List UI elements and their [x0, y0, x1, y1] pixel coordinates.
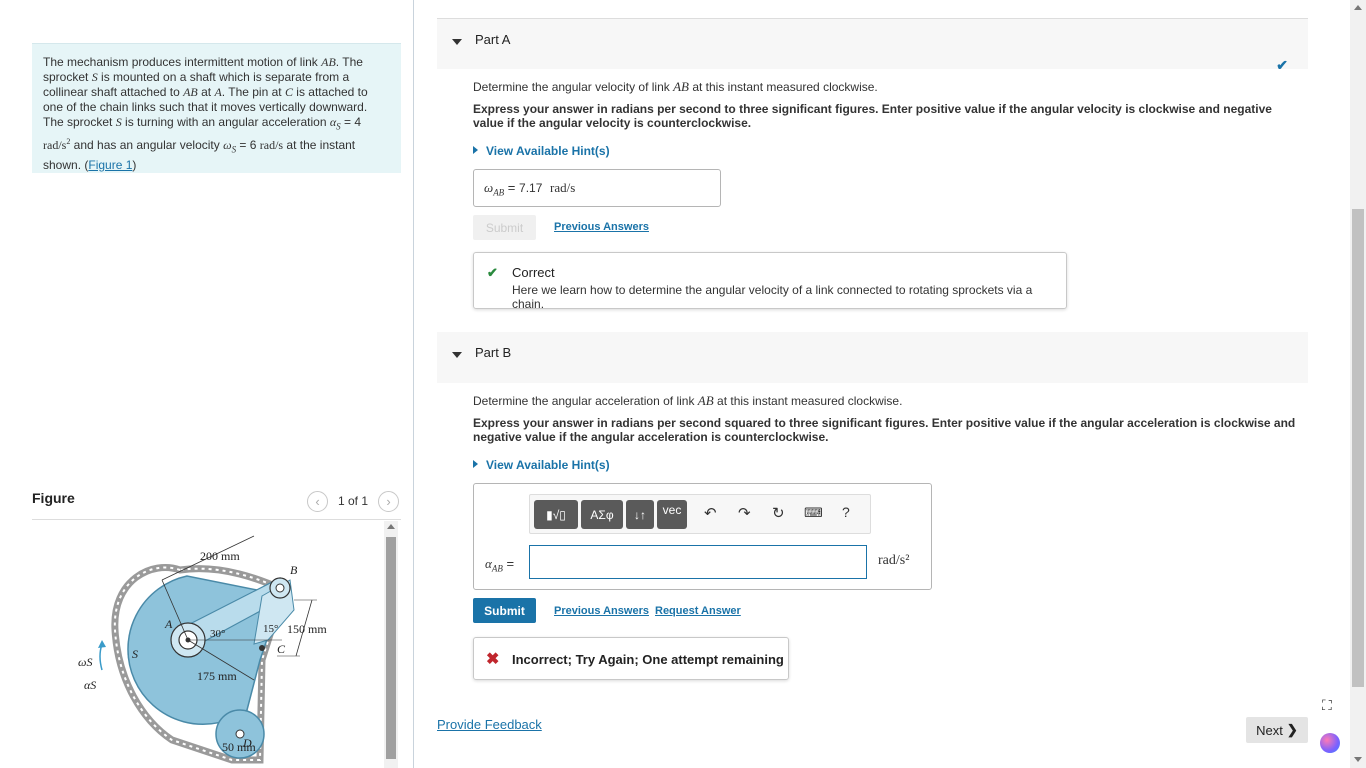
scroll-up-icon[interactable] [1354, 5, 1362, 10]
right-pane: Part A ✔ Determine the angular velocity … [414, 0, 1350, 768]
page-scrollbar[interactable] [1350, 0, 1366, 768]
label-point-c: C [277, 642, 286, 656]
part-a-feedback: ✔ Correct Here we learn how to determine… [473, 252, 1067, 311]
page-scroll-thumb[interactable] [1352, 209, 1364, 687]
pin-c [259, 645, 265, 651]
part-b-answer-label: αAB = [485, 556, 515, 574]
translate-icon[interactable]: ⛶ [1322, 697, 1332, 714]
part-b-answer-box: ▮√▯ ΑΣφ ↓↑ vec ↶ ↷ ↻ ⌨ ? αAB = rad/s² [473, 483, 932, 590]
problem-text: The mechanism produces intermittent moti… [43, 55, 368, 172]
label-omega-s: ωS [78, 655, 92, 669]
figure-prev-button[interactable]: ‹ [307, 491, 328, 512]
chevron-left-icon: ‹ [315, 494, 320, 509]
part-a-answer-value: 7.17 [519, 181, 543, 195]
label-angle-30: 30° [210, 628, 225, 640]
part-a-feedback-title: Correct [512, 265, 555, 280]
label-alpha-s: αS [84, 678, 96, 692]
left-pane: The mechanism produces intermittent moti… [0, 0, 413, 768]
figure-next-button[interactable]: › [378, 491, 399, 512]
part-a-header[interactable]: Part A ✔ [437, 18, 1308, 73]
figure-scrollbar[interactable] [384, 521, 398, 768]
part-b-feedback-message: Incorrect; Try Again; One attempt remain… [512, 652, 784, 667]
part-b-instructions: Express your answer in radians per secon… [473, 416, 1296, 444]
figure-image: 200 mm 150 mm 175 mm 50 mm 30° 15° A B C… [32, 520, 382, 768]
rotation-arrow-head [98, 640, 106, 648]
part-a-answer-unit: rad/s [550, 180, 576, 195]
provide-feedback-link[interactable]: Provide Feedback [437, 717, 542, 732]
label-point-d: D [242, 736, 252, 750]
help-icon[interactable]: ? [842, 504, 850, 520]
rotation-arrow [99, 643, 103, 671]
part-a-question: Determine the angular velocity of link A… [473, 79, 878, 94]
part-b-feedback: ✖ Incorrect; Try Again; One attempt rema… [473, 637, 789, 680]
figure-pager: 1 of 1 [338, 494, 369, 508]
checkmark-icon: ✔ [1276, 57, 1288, 73]
part-a-title: Part A [475, 32, 511, 47]
part-a-feedback-message: Here we learn how to determine the angul… [512, 283, 1033, 311]
part-a-instructions: Express your answer in radians per secon… [473, 102, 1272, 130]
caret-right-icon [473, 460, 478, 468]
part-a-answer-label: ωAB [484, 180, 505, 198]
part-b-question: Determine the angular acceleration of li… [473, 393, 903, 408]
part-b-submit-button[interactable]: Submit [473, 598, 536, 623]
check-icon: ✔ [487, 265, 498, 280]
label-dim-200: 200 mm [200, 549, 240, 563]
keyboard-icon[interactable]: ⌨ [804, 505, 823, 521]
caret-right-icon [473, 146, 478, 154]
next-label: Next [1256, 722, 1283, 738]
part-a-hint-label: View Available Hint(s) [486, 144, 610, 158]
redo-icon[interactable]: ↷ [738, 504, 751, 522]
scroll-down-icon[interactable] [1354, 757, 1362, 762]
chevron-right-icon: › [386, 494, 391, 509]
label-point-a: A [164, 617, 173, 631]
part-b-answer-input[interactable] [529, 545, 867, 579]
part-b-hint-label: View Available Hint(s) [486, 458, 610, 472]
part-b-hint-link[interactable]: View Available Hint(s) [473, 458, 610, 472]
label-dim-150: 150 mm [287, 622, 327, 636]
caret-down-icon[interactable] [452, 352, 462, 358]
extension-brain-icon[interactable] [1320, 733, 1340, 753]
figure-scroll-thumb[interactable] [386, 537, 396, 759]
reset-icon[interactable]: ↻ [772, 504, 785, 522]
caret-down-icon[interactable] [452, 39, 462, 45]
chevron-right-icon: ❯ [1286, 722, 1298, 737]
part-b-request-answer-link[interactable]: Request Answer [655, 605, 741, 617]
label-sprocket-s: S [132, 647, 138, 661]
part-a-submit-button[interactable]: Submit [473, 215, 536, 240]
close-x-icon: ✖ [486, 651, 500, 668]
undo-icon[interactable]: ↶ [704, 504, 717, 522]
part-b-previous-answers-link[interactable]: Previous Answers [554, 605, 649, 617]
math-toolbar: ▮√▯ ΑΣφ ↓↑ vec ↶ ↷ ↻ ⌨ ? [529, 494, 871, 534]
part-b-answer-unit: rad/s² [878, 553, 910, 568]
mechanism-diagram: 200 mm 150 mm 175 mm 50 mm 30° 15° A B C… [78, 535, 327, 764]
part-a-previous-answers-link[interactable]: Previous Answers [554, 221, 649, 233]
part-a-answer-box: ωAB = 7.17 rad/s [473, 169, 721, 207]
templates-button[interactable]: ▮√▯ [534, 500, 578, 529]
part-a-hint-link[interactable]: View Available Hint(s) [473, 144, 610, 158]
scroll-up-icon[interactable] [387, 524, 395, 529]
arrows-button[interactable]: ↓↑ [626, 500, 654, 529]
label-dim-175: 175 mm [197, 669, 237, 683]
figure-link[interactable]: Figure 1 [88, 158, 132, 172]
problem-statement: The mechanism produces intermittent moti… [32, 43, 401, 173]
vector-button[interactable]: vec [657, 500, 687, 529]
pin-b-inner [275, 583, 285, 593]
label-angle-15: 15° [263, 623, 278, 635]
label-point-b: B [290, 563, 298, 577]
symbols-button[interactable]: ΑΣφ [581, 500, 623, 529]
next-button[interactable]: Next ❯ [1246, 717, 1308, 743]
part-b-header[interactable]: Part B [437, 332, 1308, 383]
part-b-title: Part B [475, 345, 512, 360]
figure-title: Figure [32, 490, 75, 506]
